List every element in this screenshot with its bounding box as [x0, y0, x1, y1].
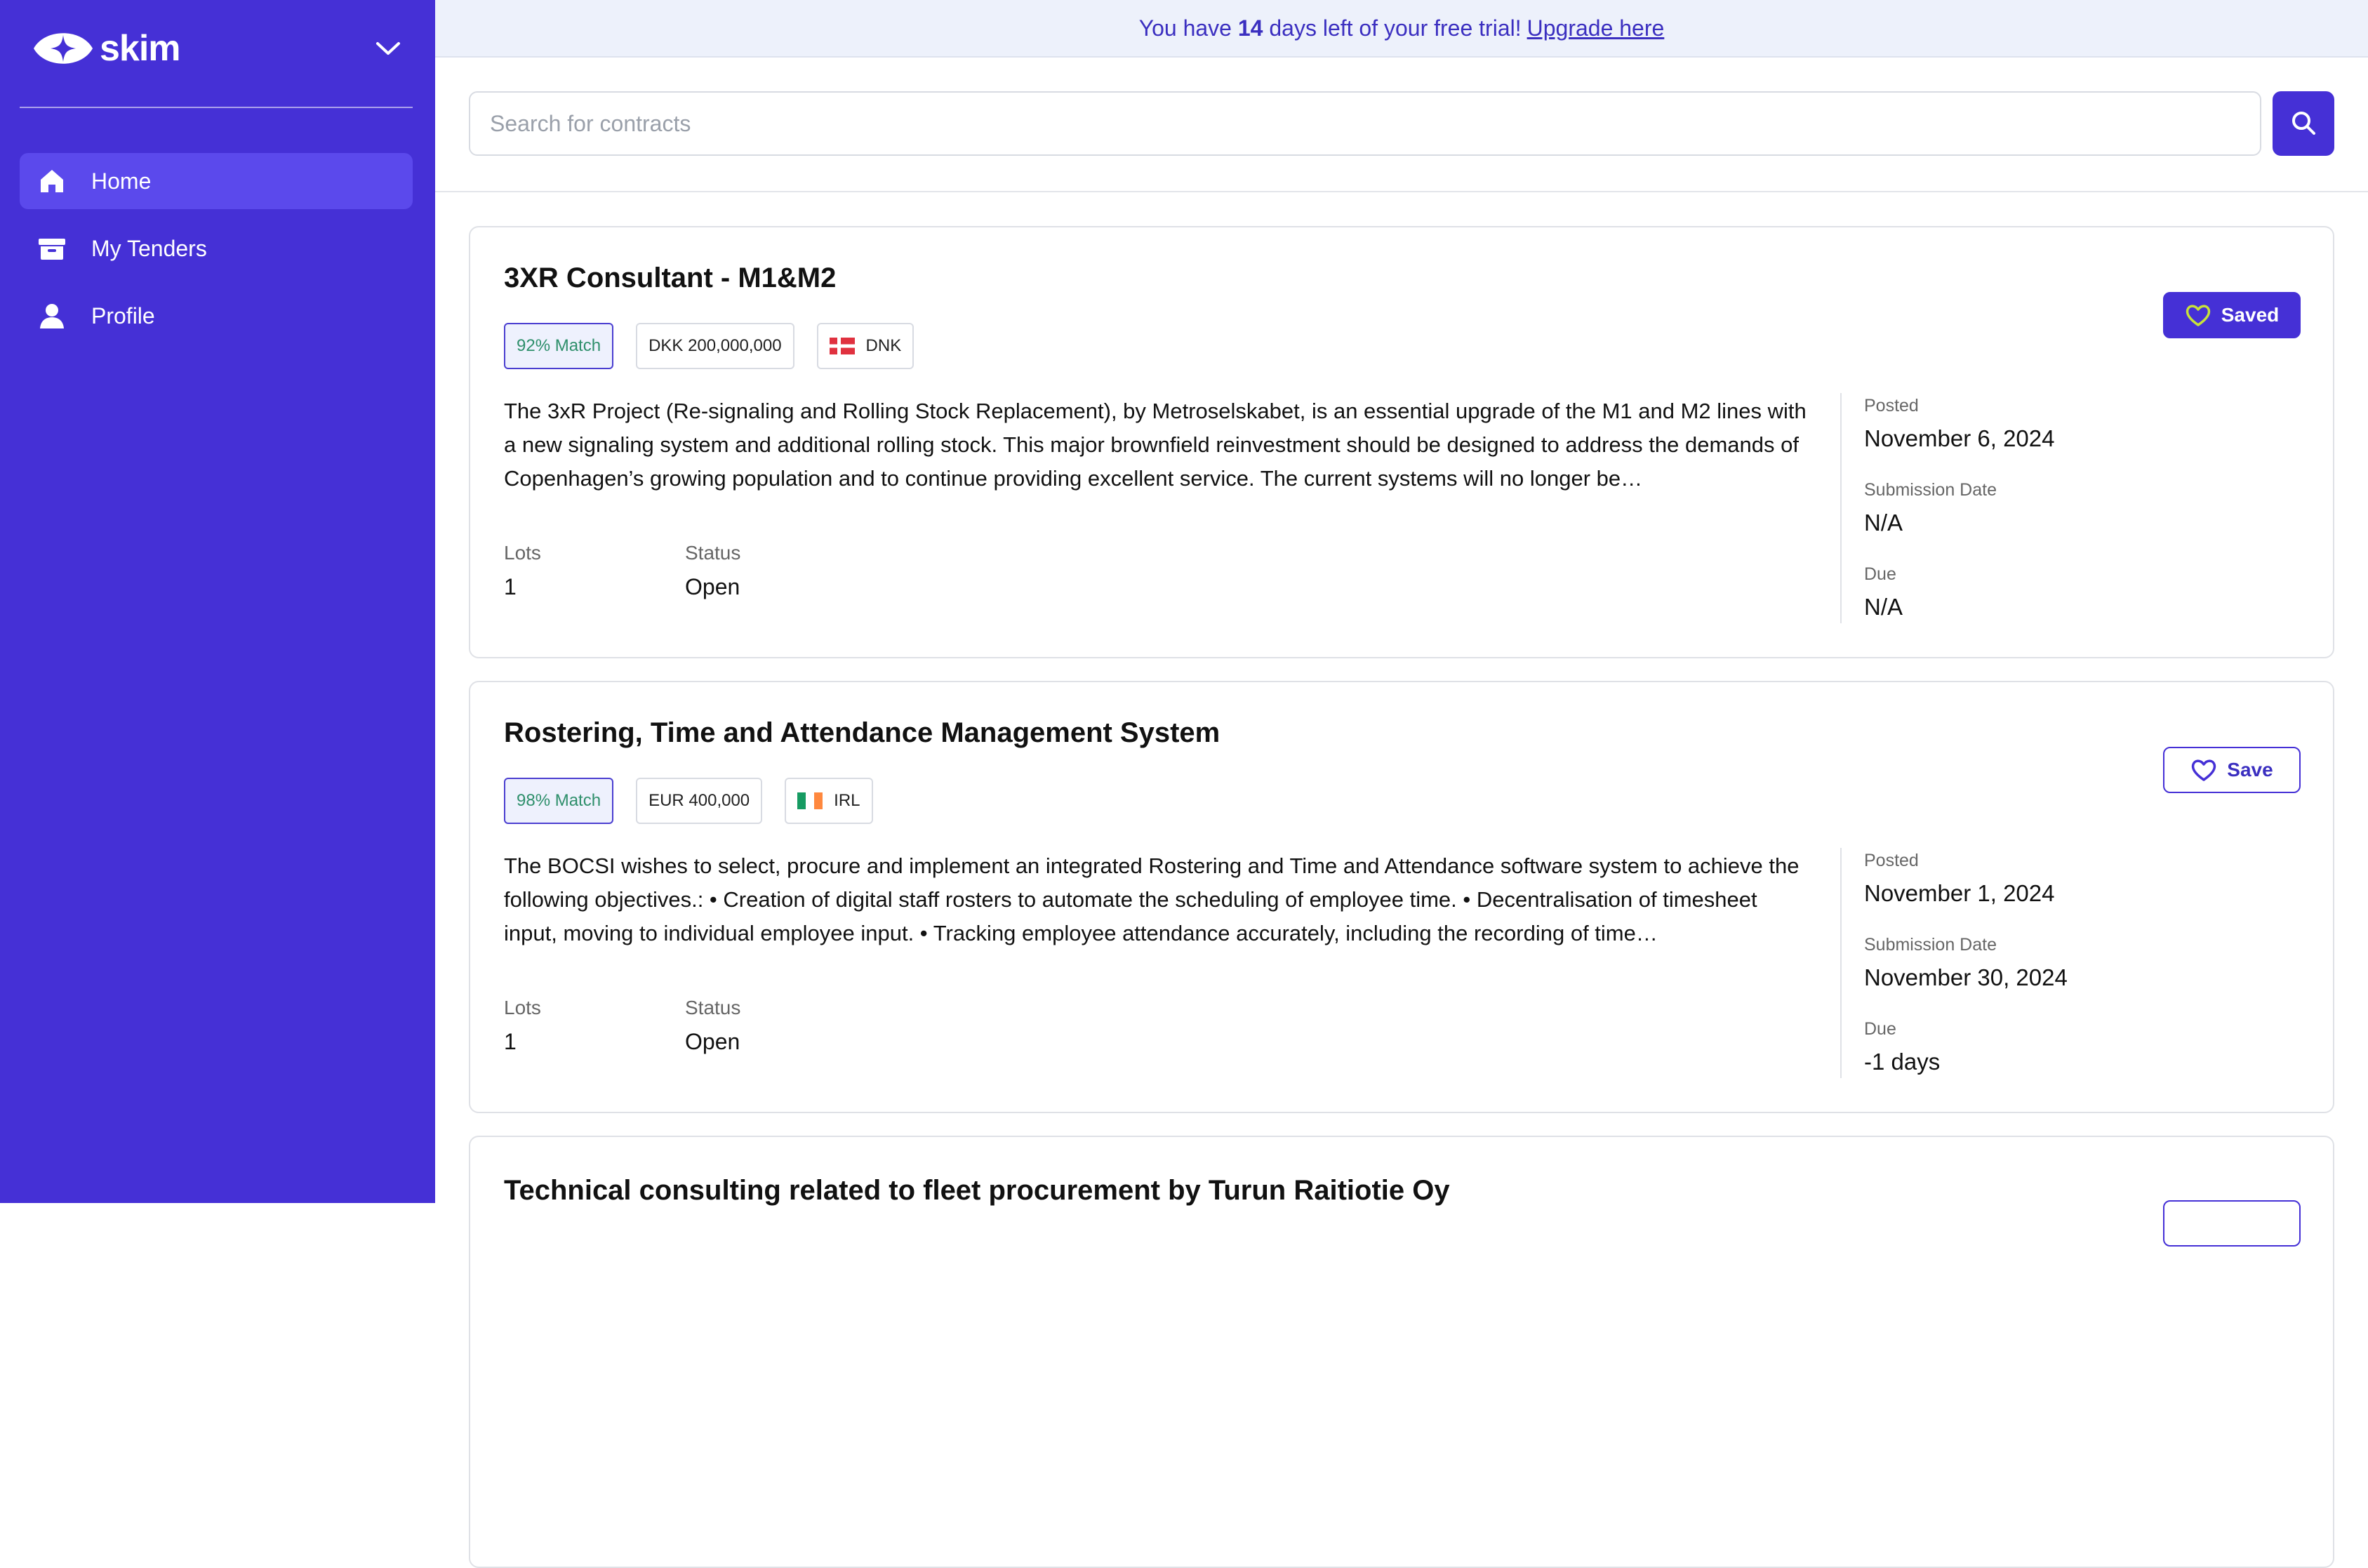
- skim-logo-icon: [31, 24, 95, 73]
- lots-label: Lots: [504, 997, 541, 1018]
- submission-date-label: Submission Date: [1864, 935, 1997, 955]
- archive-icon: [36, 233, 67, 264]
- due-value: -1 days: [1864, 1049, 1941, 1075]
- sidebar-item-label: Profile: [91, 303, 155, 328]
- sidebar-item-home[interactable]: Home: [20, 153, 413, 209]
- tender-tags: 98% Match EUR 400,000 IRL: [504, 778, 896, 824]
- lots-label: Lots: [504, 542, 541, 564]
- tender-title[interactable]: 3XR Consultant - M1&M2: [504, 263, 836, 294]
- submission-date-label: Submission Date: [1864, 480, 1997, 500]
- save-label: Save: [2227, 759, 2273, 780]
- sidebar-divider: [20, 107, 413, 108]
- search-bar: [435, 58, 2368, 192]
- home-icon: [36, 166, 67, 197]
- country-code: DNK: [865, 336, 902, 355]
- search-button[interactable]: [2273, 91, 2334, 156]
- posted-label: Posted: [1864, 851, 1919, 870]
- denmark-flag-icon: [829, 338, 855, 354]
- user-icon: [36, 300, 67, 331]
- save-button[interactable]: Save: [2163, 747, 2301, 793]
- country-badge: IRL: [785, 778, 873, 824]
- sidebar-nav: Home My Tenders Profile: [20, 153, 413, 355]
- save-label: Saved: [2221, 304, 2280, 326]
- tender-title[interactable]: Rostering, Time and Attendance Managemen…: [504, 717, 1220, 749]
- search-input[interactable]: [469, 91, 2261, 156]
- sidebar-item-my-tenders[interactable]: My Tenders: [20, 220, 413, 277]
- submission-date-value: November 30, 2024: [1864, 964, 2068, 990]
- ireland-flag-icon: [797, 792, 823, 809]
- tender-description: The BOCSI wishes to select, procure and …: [504, 853, 1800, 945]
- card-divider: [1840, 848, 1842, 1078]
- match-badge: 98% Match: [504, 778, 614, 824]
- status-label: Status: [685, 542, 741, 564]
- card-divider: [1840, 393, 1842, 623]
- contract-value-badge: DKK 200,000,000: [636, 323, 794, 369]
- account-switcher[interactable]: skim: [31, 24, 403, 73]
- contract-value-badge: EUR 400,000: [636, 778, 763, 824]
- tender-card[interactable]: 3XR Consultant - M1&M2 92% Match DKK 200…: [469, 226, 2334, 658]
- heart-icon: [2192, 759, 2216, 781]
- due-label: Due: [1864, 564, 1896, 584]
- status-value: Open: [685, 1029, 740, 1054]
- tender-title[interactable]: Technical consulting related to fleet pr…: [504, 1175, 1450, 1207]
- sidebar: skim Home My Tenders Profile: [0, 0, 435, 1203]
- country-badge: DNK: [816, 323, 914, 369]
- saved-button[interactable]: Saved: [2163, 292, 2301, 338]
- status-value: Open: [685, 574, 740, 599]
- upgrade-link[interactable]: Upgrade here: [1527, 15, 1665, 41]
- trial-prefix: You have: [1138, 15, 1232, 41]
- sidebar-item-label: My Tenders: [91, 235, 207, 261]
- due-label: Due: [1864, 1019, 1896, 1039]
- save-button[interactable]: [2163, 1200, 2301, 1247]
- logo-text: skim: [100, 28, 181, 69]
- posted-value: November 6, 2024: [1864, 425, 2055, 451]
- tender-tags: 92% Match DKK 200,000,000 DNK: [504, 323, 936, 369]
- match-badge: 92% Match: [504, 323, 614, 369]
- posted-value: November 1, 2024: [1864, 880, 2055, 906]
- chevron-down-icon[interactable]: [373, 34, 403, 63]
- tender-card[interactable]: Rostering, Time and Attendance Managemen…: [469, 681, 2334, 1113]
- lots-value: 1: [504, 574, 517, 599]
- lots-value: 1: [504, 1029, 517, 1054]
- submission-date-value: N/A: [1864, 510, 1903, 536]
- trial-banner: You have 14 days left of your free trial…: [435, 0, 2368, 58]
- due-value: N/A: [1864, 594, 1903, 620]
- heart-icon: [2186, 305, 2210, 326]
- sidebar-item-label: Home: [91, 168, 152, 194]
- posted-label: Posted: [1864, 396, 1919, 416]
- status-label: Status: [685, 997, 741, 1018]
- sidebar-item-profile[interactable]: Profile: [20, 288, 413, 344]
- country-code: IRL: [834, 791, 860, 810]
- search-icon: [2290, 109, 2317, 138]
- trial-days: 14: [1237, 15, 1263, 41]
- trial-suffix: days left of your free trial!: [1269, 15, 1522, 41]
- tender-description: The 3xR Project (Re-signaling and Rollin…: [504, 399, 1807, 491]
- tender-card[interactable]: Technical consulting related to fleet pr…: [469, 1136, 2334, 1568]
